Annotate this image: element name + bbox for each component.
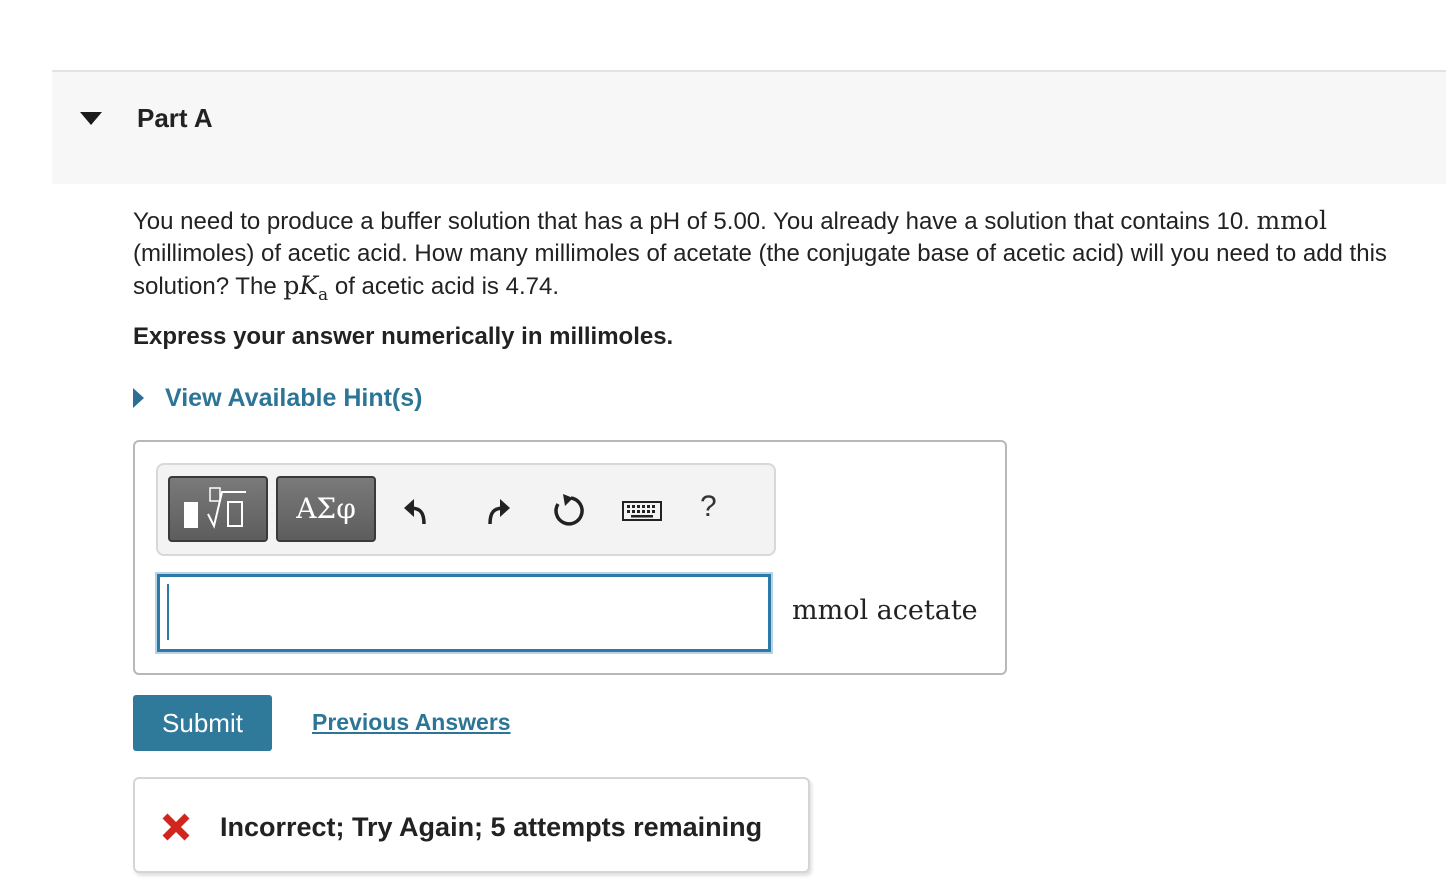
- hint-expand-triangle-icon[interactable]: [133, 388, 144, 408]
- part-title: Part A: [137, 103, 213, 133]
- collapse-triangle-icon[interactable]: [80, 112, 102, 125]
- help-button[interactable]: ?: [700, 490, 717, 524]
- templates-button[interactable]: [168, 476, 268, 542]
- view-hints-link[interactable]: View Available Hint(s): [165, 384, 422, 413]
- answer-input[interactable]: [157, 574, 771, 652]
- feedback-message: Incorrect; Try Again; 5 attempts remaini…: [220, 812, 763, 842]
- question-text: You need to produce a buffer solution th…: [133, 205, 1443, 311]
- question-sentence-1: You need to produce a buffer solution th…: [133, 208, 1250, 235]
- reset-icon[interactable]: [549, 490, 585, 530]
- greek-symbols-button[interactable]: ΑΣφ: [276, 476, 376, 542]
- incorrect-x-icon: [162, 813, 190, 841]
- templates-icon: [184, 487, 246, 529]
- pka-symbol: pKa: [283, 271, 328, 305]
- mmol-unit: mmol: [1256, 206, 1327, 235]
- answer-instruction: Express your answer numerically in milli…: [133, 323, 674, 350]
- keyboard-icon[interactable]: [622, 490, 662, 530]
- pka-k: K: [299, 271, 319, 300]
- pka-subscript: a: [318, 285, 329, 305]
- part-header: [52, 70, 1446, 184]
- previous-answers-link[interactable]: Previous Answers: [312, 709, 511, 736]
- undo-icon[interactable]: [400, 490, 436, 530]
- text-caret: [167, 584, 169, 640]
- question-sentence-3: of acetic acid is 4.74.: [334, 273, 559, 300]
- redo-icon[interactable]: [478, 490, 514, 530]
- pka-p: p: [283, 271, 300, 300]
- submit-button[interactable]: Submit: [133, 695, 272, 751]
- answer-unit-label: mmol acetate: [792, 595, 978, 626]
- page: Part A You need to produce a buffer solu…: [0, 0, 1446, 894]
